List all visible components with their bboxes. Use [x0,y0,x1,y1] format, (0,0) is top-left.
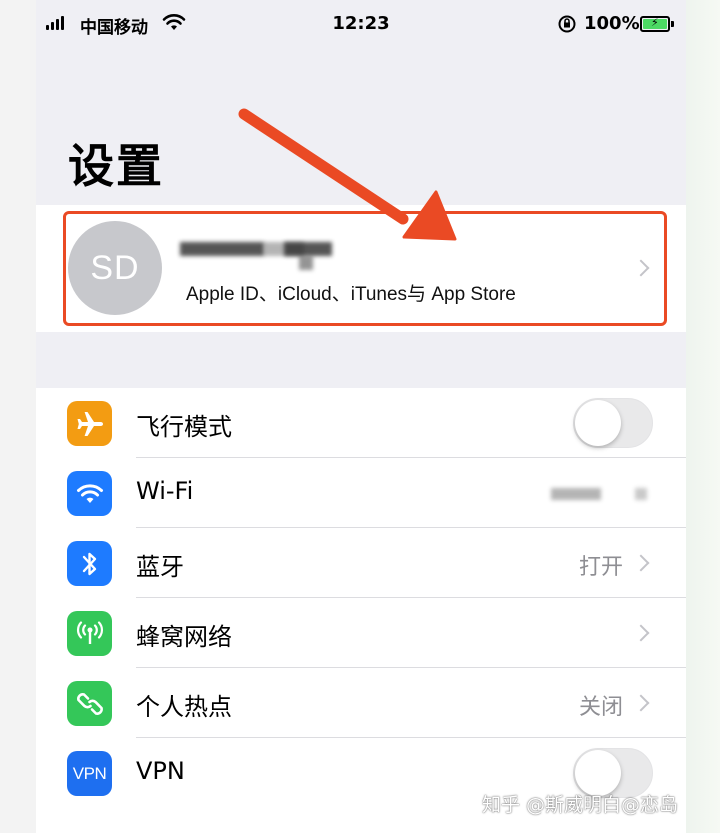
row-label: 蜂窝网络 [136,623,232,651]
battery-icon: ⚡ [640,16,670,32]
settings-list: 飞行模式 Wi-Fi 蓝牙 打开 蜂窝网络 个人热点 关闭 VPN VPN [36,388,686,833]
list-item-cellular[interactable]: 蜂窝网络 [36,598,686,668]
row-label: 个人热点 [136,693,232,721]
wifi-network-redacted [551,486,651,502]
antenna-icon [67,611,112,656]
bluetooth-icon [67,541,112,586]
list-item-airplane-mode[interactable]: 飞行模式 [36,388,686,458]
list-item-wifi[interactable]: Wi-Fi [36,458,686,528]
hotspot-status-value: 关闭 [578,695,623,720]
vpn-icon: VPN [67,751,112,796]
chevron-right-icon [632,624,650,642]
battery-percentage: 100% [584,13,640,34]
right-margin [686,0,720,833]
chevron-right-icon [632,554,650,572]
watermark: 知乎 @斯威明白@恋岛 [482,794,679,816]
airplane-mode-toggle[interactable] [573,398,653,448]
bluetooth-status-value: 打开 [578,555,623,580]
chevron-right-icon [632,694,650,712]
status-bar: 中国移动 12:23 100% ⚡ [36,0,686,50]
row-label: 蓝牙 [136,553,184,581]
wifi-icon [67,471,112,516]
airplane-icon [67,401,112,446]
page-title: 设置 [68,139,164,193]
battery-tip [671,21,674,27]
settings-screen: 中国移动 12:23 100% ⚡ 设置 SD Apple ID、iCloud、… [36,0,686,833]
list-item-personal-hotspot[interactable]: 个人热点 关闭 [36,668,686,738]
hotspot-icon [67,681,112,726]
list-item-bluetooth[interactable]: 蓝牙 打开 [36,528,686,598]
orientation-lock-icon [557,14,577,39]
row-label: VPN [136,757,185,785]
highlight-box [63,211,667,326]
row-label: 飞行模式 [136,413,232,441]
row-label: Wi-Fi [136,477,194,505]
